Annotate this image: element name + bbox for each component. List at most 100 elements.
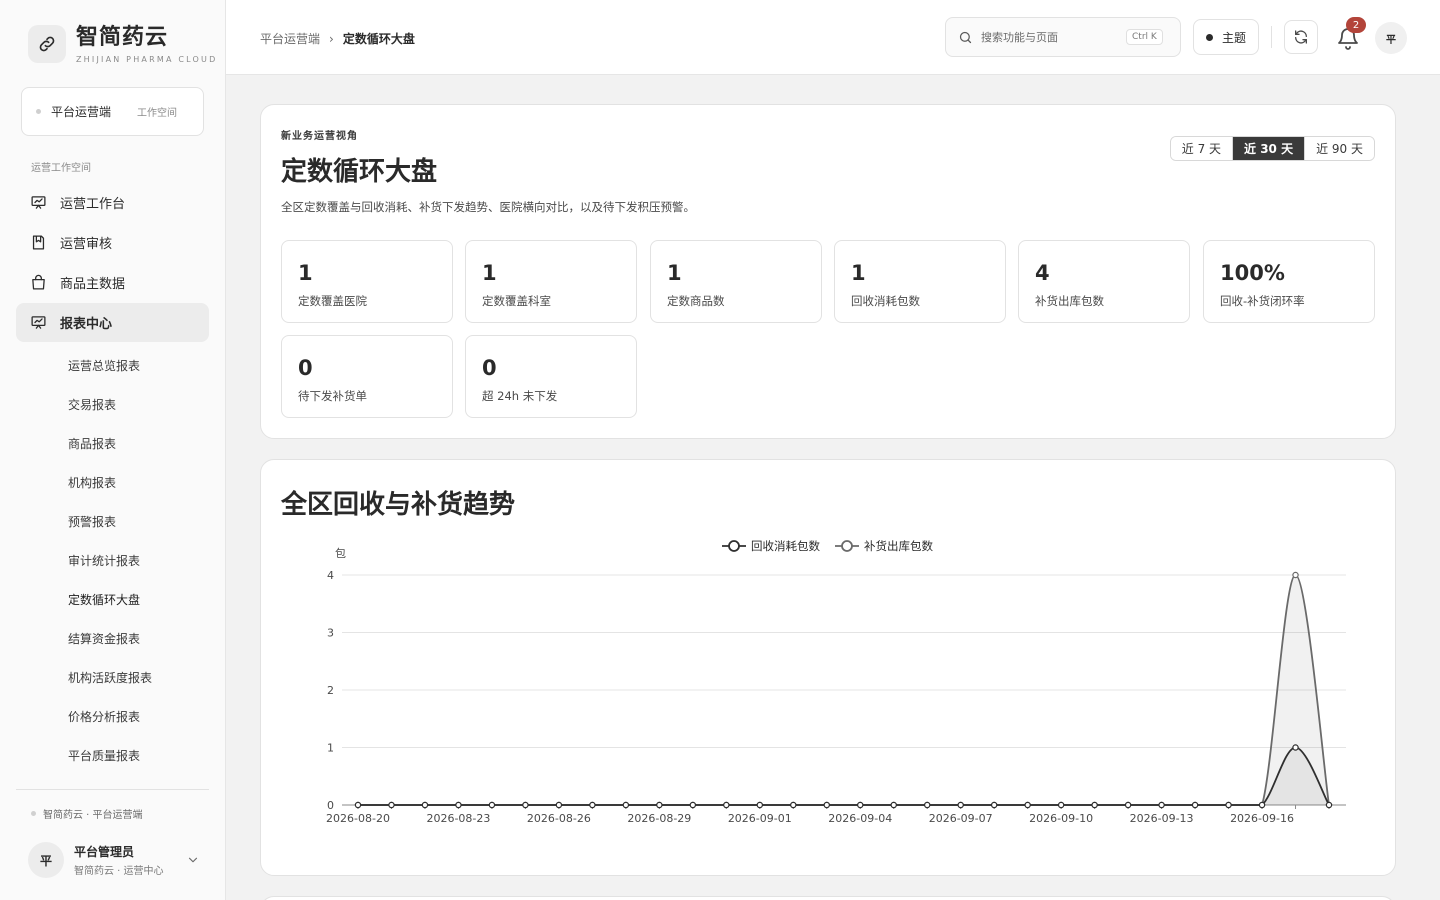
search-input[interactable] [981,30,1126,44]
avatar: 平 [28,842,64,878]
stat-label: 回收-补货闭环率 [1220,294,1305,308]
subnav-item-audit[interactable]: 审计统计报表 [68,541,209,580]
subnav-item-ops-overview[interactable]: 运营总览报表 [68,346,209,385]
data-point [589,801,596,809]
data-point [689,801,697,809]
refresh-button[interactable] [1284,20,1318,54]
brand-name: 智简药云 [76,25,169,50]
data-point [1292,744,1299,751]
y-tick-label: 4 [327,569,334,582]
sidebar-item-product-master[interactable]: 商品主数据 [16,263,209,302]
search-shortcut: Ctrl K [1126,29,1163,45]
stat-card-overdue-24h[interactable]: 0 超 24h 未下发 [465,335,637,418]
legend-marker [728,540,740,552]
brand[interactable]: 智简药云 ZHIJIAN PHARMA CLOUD [28,24,217,64]
workspace-dot-icon [36,109,41,114]
y-tick-label: 3 [327,627,334,640]
data-point [1057,801,1065,809]
report-subnav: 运营总览报表 交易报表 商品报表 机构报表 预警报表 审计统计报表 定数循环大盘… [68,346,209,775]
data-point [1258,801,1266,809]
overview-card: 新业务运营视角 定数循环大盘 全区定数覆盖与回收消耗、补货下发趋势、医院横向对比… [260,104,1396,439]
x-tick-label: 2026-09-04 [828,812,892,825]
user-menu[interactable]: 平 平台管理员 智简药云 · 运营中心 [28,842,200,878]
sidebar-item-label: 运营审核 [60,237,113,252]
sidebar-item-report-center[interactable]: 报表中心 [16,303,209,342]
stat-value: 1 [298,261,313,285]
review-icon [29,234,47,252]
data-point [990,801,998,809]
data-point [1124,801,1132,809]
breadcrumb-current: 定数循环大盘 [342,32,415,46]
subnav-item-quality[interactable]: 平台质量报表 [68,736,209,775]
trend-chart[interactable]: 0 1 2 3 4包 2026-08-20 2026-08-23 2026-08-26 2026… [261,460,1397,877]
subnav-item-price[interactable]: 价格分析报表 [68,697,209,736]
next-card [260,896,1396,900]
subnav-item-fixed-cycle[interactable]: 定数循环大盘 [68,580,209,619]
sidebar-item-ops-workbench[interactable]: 运营工作台 [16,183,209,222]
data-point [656,801,663,809]
stat-label: 定数覆盖医院 [298,294,367,308]
subnav-item-activity[interactable]: 机构活跃度报表 [68,658,209,697]
data-point [421,801,429,809]
data-point [455,801,462,809]
page-description: 全区定数覆盖与回收消耗、补货下发趋势、医院横向对比，以及待下发积压预警。 [281,200,695,214]
stat-label: 补货出库包数 [1035,294,1104,308]
org-line: 智简药云 · 平台运营端 [31,806,143,821]
header-avatar[interactable]: 平 [1375,22,1407,54]
data-point [1225,801,1232,809]
stat-card-pending-orders[interactable]: 0 待下发补货单 [281,335,453,418]
sidebar-item-label: 运营工作台 [60,197,126,212]
range-30d-button[interactable]: 近 30 天 [1232,137,1305,160]
nav-section-title: 运营工作空间 [31,163,91,174]
stat-value: 0 [482,356,497,380]
y-tick-label: 0 [327,799,334,812]
data-point [790,801,797,809]
dashboard-icon [29,194,47,212]
sidebar-item-ops-review[interactable]: 运营审核 [16,223,209,262]
x-tick-label: 2026-08-26 [527,812,591,825]
page-eyebrow: 新业务运营视角 [281,131,358,142]
report-icon [29,314,47,332]
data-point [488,801,496,809]
breadcrumb-root[interactable]: 平台运营端 [260,30,320,47]
subnav-item-institution[interactable]: 机构报表 [68,463,209,502]
stat-value: 1 [482,261,497,285]
subnav-item-product[interactable]: 商品报表 [68,424,209,463]
x-tick-label: 2026-09-16 [1230,812,1294,825]
stat-card-recycled[interactable]: 1 回收消耗包数 [834,240,1006,323]
data-point [1292,571,1299,579]
x-tick-label: 2026-08-23 [426,812,490,825]
data-point [555,801,563,809]
user-sub: 智简药云 · 运营中心 [74,866,164,877]
sidebar-item-label: 商品主数据 [60,277,126,292]
stat-card-products[interactable]: 1 定数商品数 [650,240,822,323]
data-point [823,801,830,809]
stat-label: 定数覆盖科室 [482,294,551,308]
search-box[interactable]: Ctrl K [945,17,1181,57]
series-line [357,746,1330,806]
subnav-item-settlement[interactable]: 结算资金报表 [68,619,209,658]
sidebar-nav: 运营工作台 运营审核 商品主数据 报表中心 [16,183,209,343]
stat-card-closure-rate[interactable]: 100% 回收-补货闭环率 [1203,240,1375,323]
data-point [723,801,730,809]
range-90d-button[interactable]: 近 90 天 [1304,137,1374,160]
breadcrumb-separator: › [329,31,334,46]
legend-label: 补货出库包数 [864,539,933,553]
stat-card-departments[interactable]: 1 定数覆盖科室 [465,240,637,323]
data-point [1325,801,1333,809]
link-icon [28,25,66,63]
subnav-item-alert[interactable]: 预警报表 [68,502,209,541]
subnav-item-trade[interactable]: 交易报表 [68,385,209,424]
theme-button[interactable]: 主题 [1193,19,1259,55]
stat-card-hospitals[interactable]: 1 定数覆盖医院 [281,240,453,323]
workspace-switcher[interactable]: 平台运营端 工作空间 [21,87,204,136]
sidebar-item-label: 报表中心 [60,317,113,332]
y-axis-label: 包 [335,547,346,560]
x-tick-label: 2026-09-07 [929,812,993,825]
breadcrumb: 平台运营端 › 定数循环大盘 [260,30,415,47]
stat-card-replenished[interactable]: 4 补货出库包数 [1018,240,1190,323]
range-7d-button[interactable]: 近 7 天 [1170,137,1233,160]
chevron-down-icon [188,857,198,863]
trend-chart-card: 全区回收与补货趋势 0 1 2 3 4 包 2026-08-20 2026-08-23 2026… [260,459,1396,876]
x-tick-label: 2026-08-20 [326,812,390,825]
